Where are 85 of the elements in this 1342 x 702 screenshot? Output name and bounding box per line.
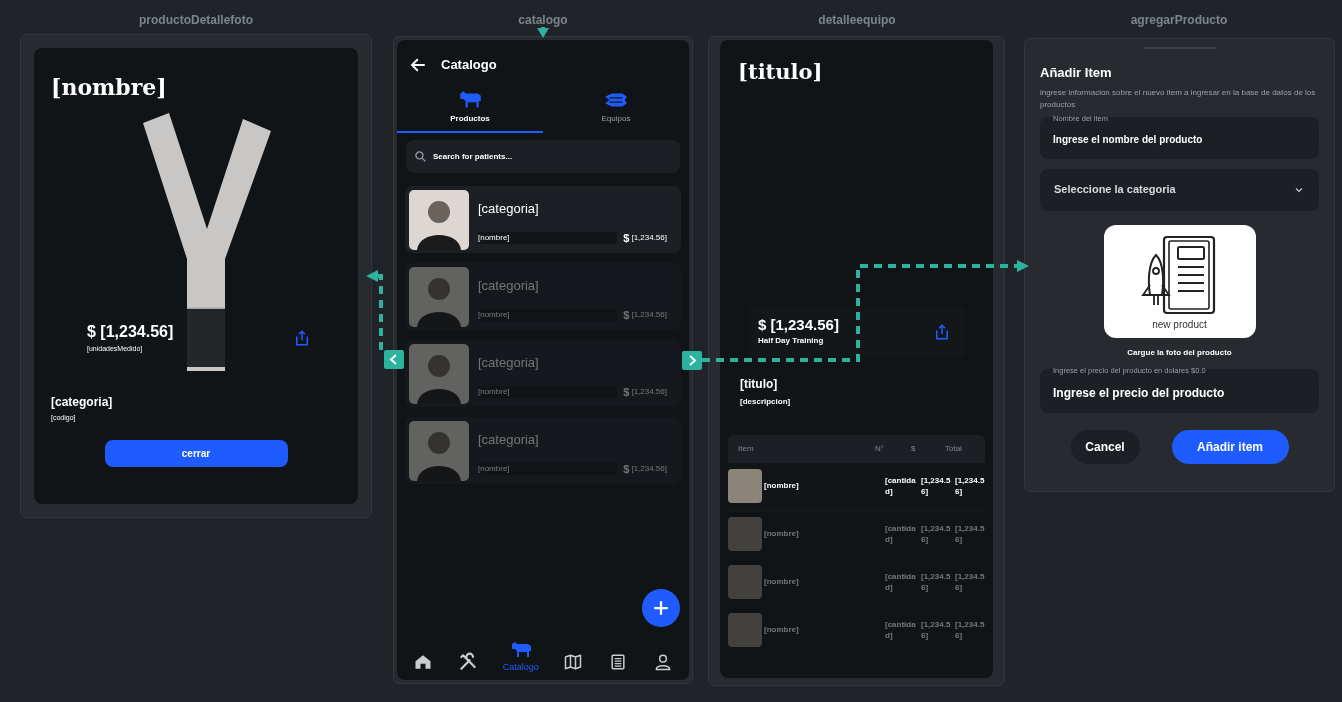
avatar-silhouette	[409, 343, 469, 404]
table-cell-text: [1,234.56]	[921, 523, 952, 545]
avatar-silhouette	[409, 189, 469, 250]
map-icon	[563, 652, 584, 672]
nav-item[interactable]	[608, 652, 628, 672]
upload-hint: Cargue la foto del producto	[1127, 346, 1232, 359]
name-label: [nombre]	[478, 309, 618, 322]
photo-placeholder	[728, 565, 762, 599]
screen-label: agregarProducto	[1130, 12, 1228, 29]
price-text: [1,234.56]	[631, 309, 667, 322]
column-header: $	[911, 442, 917, 455]
category-text: [categoria]	[478, 430, 540, 449]
table-cell: [1,234.56]	[955, 475, 985, 497]
name-label: [nombre]	[478, 463, 618, 476]
table-cell-text: [1,234.56]	[921, 571, 952, 593]
category-text: [categoria]	[478, 353, 540, 372]
product-card[interactable]: [categoria] [nombre] $ [1,234.56]	[405, 186, 681, 253]
nav-item[interactable]	[458, 652, 478, 672]
image-caption: new product	[1152, 318, 1207, 331]
subtitle-text: [titulo]	[740, 375, 778, 393]
table-cell: [nombre]	[764, 480, 799, 492]
category-dropdown[interactable]: Seleccione la categoria	[1040, 168, 1319, 211]
currency-sign: $	[623, 231, 630, 246]
nav-item[interactable]	[563, 652, 584, 672]
back-arrow-icon[interactable]	[409, 56, 427, 74]
price-text: [1,234.56]	[631, 232, 667, 245]
plus-icon	[652, 599, 670, 617]
category-tab[interactable]: Equipos	[543, 84, 689, 133]
dialog-description: ingrese informacion sobre el nuevo item a ingresar en la base de datos de los productos	[1040, 86, 1317, 111]
search-field[interactable]: Search for patients...	[406, 140, 680, 173]
table-cell-text: [cantidad]	[885, 619, 917, 641]
nav-item[interactable]: Catalogo	[502, 638, 539, 672]
screen-title: Catalogo	[441, 56, 497, 75]
price-text: $ [1,234.56]	[758, 316, 839, 334]
avatar-silhouette	[409, 420, 469, 481]
product-title: [nombre]	[51, 73, 167, 101]
table-cell-text: [1,234.56]	[921, 619, 952, 641]
table-cell: [nombre]	[764, 528, 799, 540]
column-header: N°	[875, 442, 885, 455]
dialog-title: Añadir Item	[1040, 64, 1113, 82]
equipment-title: [titulo]	[738, 58, 823, 86]
table-cell: [1,234.56]	[955, 523, 985, 545]
table-cell-text: [cantidad]	[885, 571, 917, 593]
table-cell: [nombre]	[764, 576, 799, 588]
add-button[interactable]	[642, 589, 680, 627]
column-header: Total	[945, 442, 963, 455]
currency-sign: $	[623, 308, 630, 323]
tools-icon	[458, 652, 478, 672]
share-icon[interactable]	[933, 322, 951, 341]
add-item-button[interactable]: Añadir item	[1171, 429, 1289, 464]
price-text: $ [1,234.56]	[87, 321, 174, 342]
connector-arrow	[537, 27, 549, 38]
share-icon[interactable]	[293, 329, 311, 347]
search-icon	[414, 150, 427, 163]
category-text: [categoria]	[51, 394, 113, 411]
table-cell: [1,234.56]	[955, 619, 985, 641]
category-tab[interactable]: Productos	[397, 84, 543, 133]
category-text: [categoria]	[478, 276, 540, 295]
name-label: [nombre]	[478, 232, 618, 245]
avatar-silhouette	[409, 266, 469, 327]
description-text: [descripcion]	[740, 395, 791, 408]
photo-placeholder	[728, 613, 762, 647]
table-cell-text: [cantidad]	[885, 523, 917, 545]
table-cell: [1,234.56]	[955, 571, 985, 593]
dropdown-placeholder: Seleccione la categoria	[1054, 182, 1176, 198]
screen-label: catalogo	[518, 12, 568, 29]
price-text: [1,234.56]	[631, 463, 667, 476]
name-label: [nombre]	[478, 386, 618, 399]
photo-placeholder	[728, 469, 762, 503]
screen-label: detalleequipo	[818, 12, 896, 29]
category-text: [categoria]	[478, 199, 540, 218]
screen-label: productoDetallefoto	[139, 12, 253, 29]
currency-sign: $	[623, 385, 630, 400]
price-caption: Half Day Training	[758, 335, 825, 347]
price-text: [1,234.56]	[631, 386, 667, 399]
close-button[interactable]: cerrar	[104, 439, 288, 467]
currency-sign: $	[623, 462, 630, 477]
table-cell-text: [cantidad]	[885, 475, 917, 497]
table-cell: [nombre]	[764, 624, 799, 636]
table-cell-text: [1,234.56]	[921, 475, 952, 497]
list-icon	[608, 652, 628, 672]
photo-placeholder	[728, 517, 762, 551]
column-header: Item	[738, 442, 755, 455]
cancel-button[interactable]: Cancel	[1070, 429, 1140, 464]
product-image-card[interactable]: new product	[1103, 224, 1256, 338]
